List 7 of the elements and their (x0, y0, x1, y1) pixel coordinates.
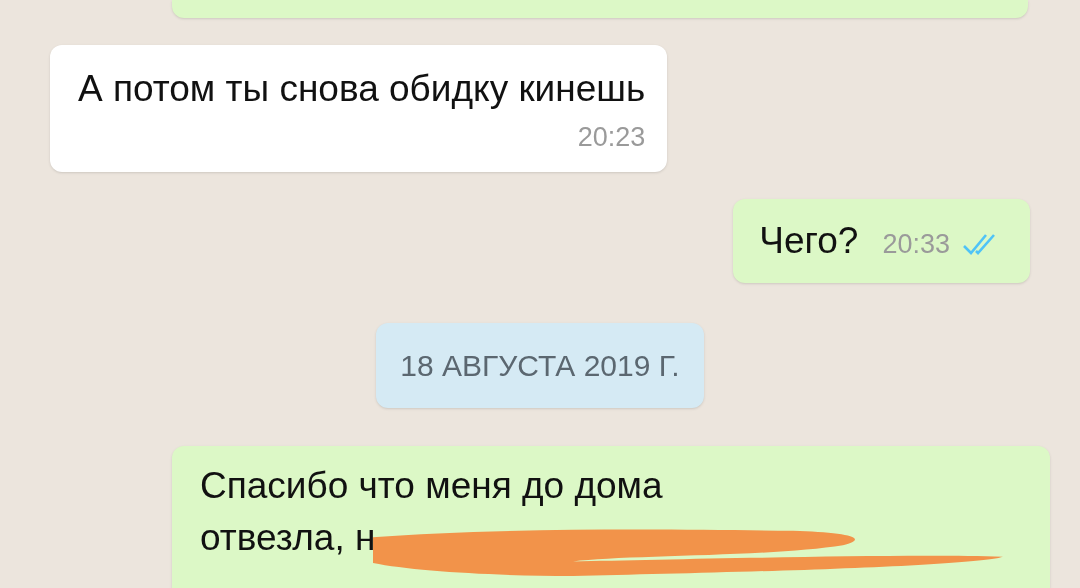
message-text: А потом ты снова обидку кинешь (78, 67, 646, 111)
message-text: отвезла, н (200, 515, 376, 560)
message-time: 20:23 (577, 121, 646, 154)
message-time: 20:33 (882, 228, 950, 261)
message-text: Чего? (759, 218, 859, 263)
date-badge: 18 АВГУСТА 2019 Г. (376, 322, 704, 408)
message-text: Спасибо что меня до дома (200, 463, 663, 508)
